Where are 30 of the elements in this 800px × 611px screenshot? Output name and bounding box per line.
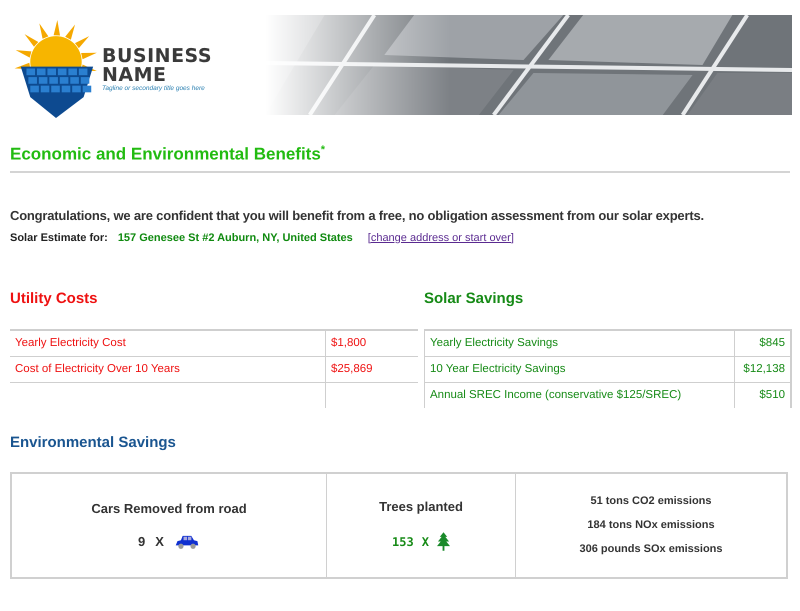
section-heading: Solar Savings [424, 290, 524, 309]
tree-icon [436, 532, 450, 552]
sun-panel-logo-icon [12, 19, 100, 119]
table-cell: Yearly Electricity Cost [10, 330, 326, 356]
section-heading: Utility Costs [10, 290, 99, 309]
count-text: 9 [138, 534, 146, 550]
table-cell: $1,800 [326, 330, 418, 356]
table-cell: Annual SREC Income (conservative $125/SREC) [424, 382, 734, 408]
table-cell: Yearly Electricity Savings [424, 330, 734, 356]
section-heading: Environmental Savings [10, 434, 177, 453]
table-cell: $845 [734, 330, 791, 356]
emission-text: 306 pounds SOx emissions [579, 543, 723, 556]
intro-text: Congratulations, we are confident that you will benefit from a free, no obligation assessment from our solar experts. [10, 208, 705, 223]
car-icon [174, 534, 200, 550]
table-cell: Cost of Electricity Over 10 Years [10, 356, 326, 382]
multiply-sign: X [155, 534, 164, 550]
business-name: NAME [102, 66, 166, 84]
estimate-label: Solar Estimate for: [10, 232, 108, 244]
multiply-sign: X [422, 534, 429, 549]
business-name: BUSINESS [102, 46, 212, 66]
table-cell: $12,138 [734, 356, 791, 382]
stat-title: Trees planted [379, 499, 463, 514]
address: 157 Genesee St #2 Auburn, NY, United States [118, 232, 353, 244]
change-address-link[interactable]: [change address or start over] [368, 232, 514, 244]
stat-title: Cars Removed from road [91, 501, 247, 516]
page-title: Economic and Environmental Benefits$^{*}$ [10, 143, 326, 166]
emission-text: 51 tons CO2 emissions [590, 495, 712, 508]
count-text: 153 [392, 534, 414, 549]
table-cell: 10 Year Electricity Savings [424, 356, 734, 382]
emission-text: 184 tons NOx emissions [587, 519, 715, 532]
